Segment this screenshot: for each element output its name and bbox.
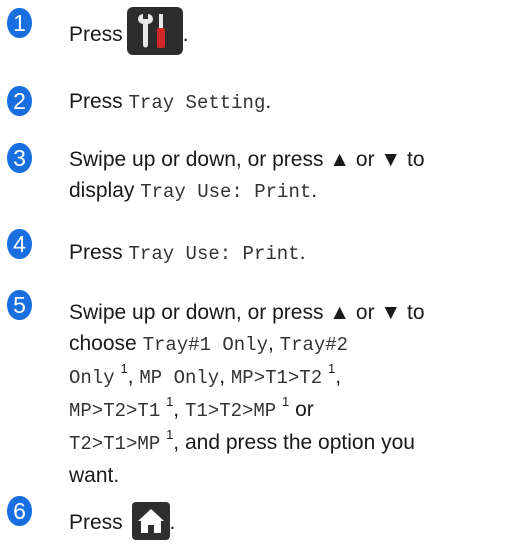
choose-word: choose (69, 332, 137, 355)
option-t2-t1-mp: T2>T1>MP (69, 433, 161, 455)
step-period: . (169, 511, 176, 534)
option-mp-t1-t2: MP>T1>T2 (230, 367, 323, 389)
step-line: T2>T1>MP 1, and press the option you (69, 427, 519, 460)
press-label: Press (69, 23, 123, 46)
press-label: Press (69, 90, 123, 113)
step-period: . (265, 90, 272, 113)
footnote-ref[interactable]: 1 (328, 361, 335, 376)
step-line: MP>T2>T1 1, T1>T2>MP 1 or (69, 394, 519, 427)
footnote-ref[interactable]: 1 (166, 394, 173, 409)
step-line: choose Tray#1 Only, Tray#2 (69, 328, 519, 361)
step-period: . (311, 179, 318, 202)
comma: , (173, 398, 180, 421)
step-text: Swipe up or down, or press ▲ or ▼ to cho… (69, 297, 519, 491)
tools-icon (126, 7, 183, 55)
footnote-ref[interactable]: 1 (166, 427, 173, 442)
step-number: 2 (7, 86, 32, 116)
step-period: . (299, 241, 306, 264)
step-number: 3 (7, 143, 32, 173)
step-line: Swipe up or down, or press ▲ or ▼ to (69, 148, 425, 171)
home-icon (131, 502, 170, 540)
comma: , (219, 365, 226, 388)
step-tail: , and press the option you (173, 431, 415, 454)
step-number: 4 (7, 229, 32, 259)
step-number: 6 (7, 496, 32, 526)
option-mp-t2-t1: MP>T2>T1 (69, 400, 161, 422)
tray-use-value: Tray Use: Print (128, 243, 300, 265)
press-label: Press (69, 241, 123, 264)
or-word: or (295, 398, 314, 421)
step-period: . (182, 23, 189, 46)
tray-use-value: Tray Use: Print (140, 181, 312, 203)
comma: , (335, 365, 342, 388)
step-line: Only 1, MP Only, MP>T1>T2 1, (69, 361, 519, 394)
tray-setting-value: Tray Setting (128, 92, 266, 114)
footnote-ref[interactable]: 1 (282, 394, 289, 409)
step-text: Press . (69, 7, 519, 55)
step-text: Press Tray Setting. (69, 86, 519, 119)
option-tray2-only-cont: Only (69, 367, 115, 389)
step-text: Press Tray Use: Print. (69, 237, 519, 270)
option-mp-only: MP Only (139, 367, 220, 389)
comma: , (267, 332, 274, 355)
step-number: 1 (7, 8, 32, 38)
step-text: Swipe up or down, or press ▲ or ▼ to dis… (69, 144, 519, 208)
step-line: Swipe up or down, or press ▲ or ▼ to (69, 301, 425, 324)
step-line: display Tray Use: Print. (69, 175, 519, 208)
step-line: want. (69, 464, 120, 487)
press-label: Press (69, 511, 123, 534)
step-number: 5 (7, 290, 32, 320)
display-word: display (69, 179, 135, 202)
option-tray1-only: Tray#1 Only (142, 334, 268, 356)
step-text: Press . (69, 502, 519, 540)
comma: , (127, 365, 134, 388)
option-t1-t2-mp: T1>T2>MP (184, 400, 277, 422)
option-tray2-only: Tray#2 (279, 334, 349, 356)
footnote-ref[interactable]: 1 (120, 361, 127, 376)
